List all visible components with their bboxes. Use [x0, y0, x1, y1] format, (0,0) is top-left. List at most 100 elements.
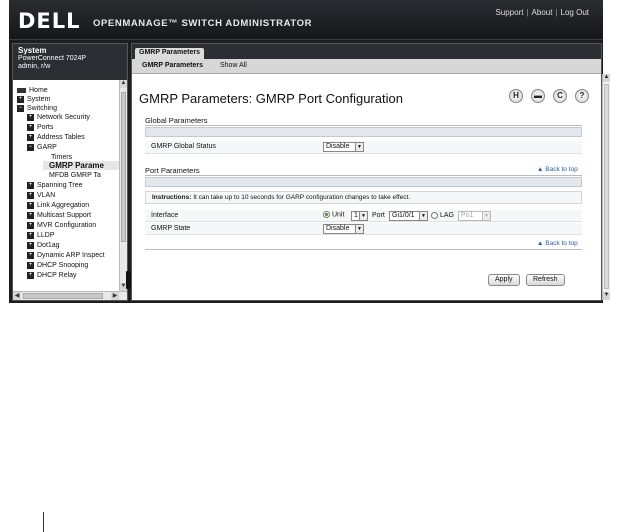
chevron-down-icon: ▼	[359, 212, 367, 220]
main-vertical-scrollbar[interactable]: ▲ ▼	[602, 74, 610, 300]
tree-item-lldp[interactable]: + LLDP	[27, 231, 55, 240]
gmrp-state-label: GMRP State	[151, 225, 191, 232]
unit-label: Unit	[331, 211, 345, 219]
subtab-show-all[interactable]: Show All	[220, 62, 247, 69]
tree-item-vlan[interactable]: + VLAN	[27, 191, 55, 200]
unit-radio[interactable]	[323, 211, 330, 218]
expand-icon[interactable]: +	[27, 221, 34, 229]
lag-label: LAG	[440, 212, 455, 219]
interface-label: Interface	[151, 212, 179, 219]
global-status-select[interactable]: Disable ▼	[323, 142, 364, 152]
divider	[145, 175, 582, 176]
nav-tree: Home + System − Switching + Network Securit…	[13, 80, 119, 291]
expand-icon[interactable]: +	[27, 251, 34, 259]
tree-item-spanning-tree[interactable]: + Spanning Tree	[27, 181, 83, 190]
tree-item-dhcp-relay[interactable]: + DHCP Relay	[27, 271, 77, 280]
logout-link[interactable]: Log Out	[561, 8, 589, 17]
scroll-right-icon[interactable]: ▶	[111, 292, 119, 300]
back-to-top-link[interactable]: ▲ Back to top	[537, 166, 578, 173]
expand-icon[interactable]: +	[27, 271, 34, 279]
home-icon	[17, 87, 26, 93]
header-bar: DELL OPENMANAGE™ SWITCH ADMINISTRATOR Su…	[9, 0, 603, 40]
tree-item-dynamic-arp[interactable]: + Dynamic ARP Inspect	[27, 251, 105, 260]
expand-icon[interactable]: +	[27, 123, 34, 131]
chevron-down-icon: ▼	[355, 225, 363, 233]
sidebar-horizontal-scrollbar[interactable]: ◀ ▶	[13, 291, 127, 300]
global-parameters-title: Global Parameters	[145, 116, 208, 125]
system-title: System	[18, 46, 47, 55]
expand-icon[interactable]: +	[27, 191, 34, 199]
tree-item-garp[interactable]: − GARP	[27, 143, 57, 152]
lag-select[interactable]: Po1 ▼	[458, 211, 491, 221]
sidebar: System PowerConnect 7024P admin, r/w Hom…	[12, 43, 128, 301]
tree-item-mvr-configuration[interactable]: + MVR Configuration	[27, 221, 96, 230]
scroll-up-icon[interactable]: ▲	[120, 80, 127, 88]
scroll-down-icon[interactable]: ▼	[603, 292, 610, 300]
port-select[interactable]: Gi1/0/1 ▼	[389, 211, 428, 221]
tree-item-dhcp-snooping[interactable]: + DHCP Snooping	[27, 261, 88, 270]
dell-logo: DELL	[18, 9, 81, 33]
scroll-thumb[interactable]	[23, 293, 103, 299]
scroll-up-icon[interactable]: ▲	[603, 74, 610, 82]
back-to-top-link[interactable]: ▲ Back to top	[537, 240, 578, 247]
expand-icon[interactable]: +	[27, 201, 34, 209]
tree-item-gmrp-parameters[interactable]: GMRP Parame	[43, 161, 119, 170]
support-link[interactable]: Support	[495, 8, 523, 17]
tree-item-multicast-support[interactable]: + Multicast Support	[27, 211, 91, 220]
instructions-box: Instructions: It can take up to 10 secon…	[145, 191, 582, 204]
port-parameters-title: Port Parameters	[145, 166, 200, 175]
expand-icon[interactable]: +	[27, 113, 34, 121]
expand-icon[interactable]: +	[27, 231, 34, 239]
gmrp-state-row: GMRP State Disable ▼	[145, 223, 582, 235]
scroll-left-icon[interactable]: ◀	[13, 292, 21, 300]
expand-icon[interactable]: +	[27, 241, 34, 249]
tree-item-mfdb-gmrp[interactable]: MFDB GMRP Ta	[49, 171, 101, 180]
tab-bar: GMRP Parameters GMRP Parameters Show All	[132, 44, 601, 74]
print-icon[interactable]: ▬	[531, 89, 545, 103]
page-title: GMRP Parameters: GMRP Port Configuration	[139, 91, 403, 106]
scroll-thumb[interactable]	[604, 84, 609, 289]
tree-item-home[interactable]: Home	[17, 86, 48, 95]
main-panel: GMRP Parameters GMRP Parameters Show All…	[131, 43, 610, 301]
top-links: Support | About | Log Out	[495, 8, 589, 17]
refresh-button[interactable]: Refresh	[526, 274, 565, 286]
content-area: GMRP Parameters: GMRP Port Configuration…	[132, 74, 593, 300]
tree-item-ports[interactable]: + Ports	[27, 123, 53, 132]
lag-radio[interactable]	[431, 212, 438, 219]
tree-item-link-aggregation[interactable]: + Link Aggregation	[27, 201, 89, 210]
global-status-label: GMRP Global Status	[151, 143, 216, 150]
apply-button[interactable]: Apply	[488, 274, 520, 286]
subtab-gmrp-parameters[interactable]: GMRP Parameters	[142, 62, 203, 69]
table-header-bar	[145, 177, 582, 187]
gmrp-state-select[interactable]: Disable ▼	[323, 224, 364, 234]
product-name: OPENMANAGE™ SWITCH ADMINISTRATOR	[93, 18, 313, 29]
system-info: System PowerConnect 7024P admin, r/w	[13, 44, 127, 80]
device-name: PowerConnect 7024P	[18, 55, 87, 62]
tree-item-system[interactable]: + System	[17, 95, 50, 104]
scroll-thumb[interactable]	[121, 92, 126, 242]
collapse-icon[interactable]: −	[27, 143, 34, 151]
help-h-icon[interactable]: H	[509, 89, 523, 103]
tree-item-address-tables[interactable]: + Address Tables	[27, 133, 85, 142]
about-link[interactable]: About	[532, 8, 553, 17]
subtab-bar: GMRP Parameters Show All	[132, 59, 601, 74]
expand-icon[interactable]: +	[27, 211, 34, 219]
tab-gmrp-parameters[interactable]: GMRP Parameters	[135, 48, 204, 59]
interface-row: Interface Unit 1 ▼ Port Gi1/0/1 ▼ LAG Po1 ▼	[145, 210, 582, 222]
refresh-icon[interactable]: C	[553, 89, 567, 103]
tree-item-network-security[interactable]: + Network Security	[27, 113, 90, 122]
collapse-icon[interactable]: −	[17, 104, 24, 112]
tree-item-dot1ag[interactable]: + Dot1ag	[27, 241, 60, 250]
divider	[145, 125, 582, 126]
expand-icon[interactable]: +	[27, 133, 34, 141]
unit-select[interactable]: 1 ▼	[351, 211, 368, 221]
app-window: DELL OPENMANAGE™ SWITCH ADMINISTRATOR Su…	[9, 0, 610, 303]
tree-item-switching[interactable]: − Switching	[17, 104, 57, 113]
user-info: admin, r/w	[18, 63, 51, 70]
sidebar-vertical-scrollbar[interactable]: ▲ ▼	[119, 80, 127, 291]
expand-icon[interactable]: +	[27, 261, 34, 269]
help-icon[interactable]: ?	[575, 89, 589, 103]
expand-icon[interactable]: +	[17, 95, 24, 103]
expand-icon[interactable]: +	[27, 181, 34, 189]
interface-controls: Unit	[323, 211, 344, 218]
